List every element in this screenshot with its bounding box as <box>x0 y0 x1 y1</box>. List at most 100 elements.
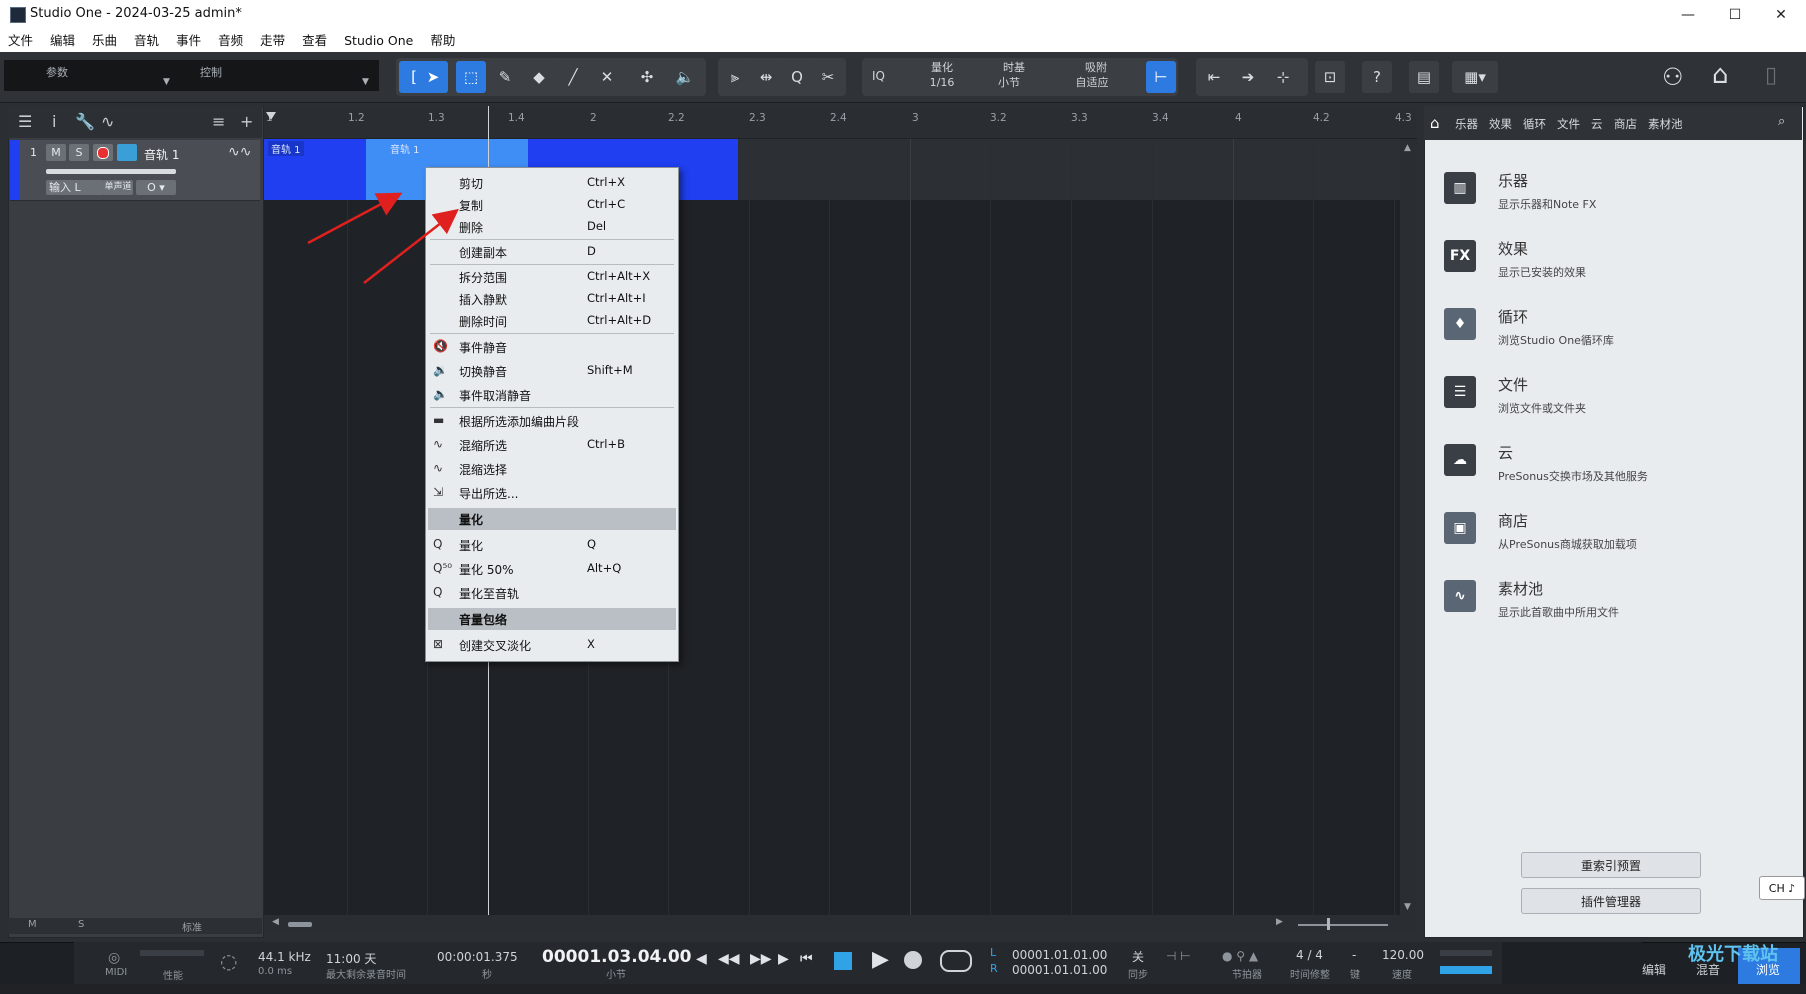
plugin-manager-button[interactable]: 插件管理器 <box>1521 888 1701 914</box>
target-icon[interactable]: ⊡ <box>1315 61 1345 93</box>
tab-pool[interactable]: 素材池 <box>1648 116 1683 132</box>
arrow-tool-icon[interactable]: ➤ <box>418 61 448 93</box>
tab-instruments[interactable]: 乐器 <box>1455 116 1478 132</box>
add-track-icon[interactable]: + <box>240 112 253 131</box>
scroll-up-icon[interactable]: ▲ <box>1404 143 1411 153</box>
browser-item-title[interactable]: 云 <box>1498 442 1513 463</box>
search-icon[interactable]: ⌕ <box>1778 114 1785 129</box>
menu-help[interactable]: 帮助 <box>422 30 464 52</box>
tab-loops[interactable]: 循环 <box>1523 116 1546 132</box>
stretch-icon[interactable]: ⇹ <box>751 61 781 93</box>
global-solo[interactable]: S <box>78 919 84 930</box>
track-menu-icon[interactable]: ≡ <box>212 112 225 131</box>
pencil-tool-icon[interactable]: ✎ <box>490 61 520 93</box>
ime-indicator[interactable]: CH ♪ <box>1759 876 1805 900</box>
page-icon[interactable]: ▯ <box>1765 63 1777 88</box>
timebase-value[interactable]: 小节 <box>979 76 1039 90</box>
track-height-mode[interactable]: 标准 <box>182 919 202 934</box>
iq-button[interactable]: IQ <box>872 69 885 83</box>
snap-toggle-icon[interactable]: ⊢ <box>1146 61 1176 93</box>
quantize-value[interactable]: 1/16 <box>912 76 972 90</box>
menu-studio-one[interactable]: Studio One <box>336 30 422 52</box>
scroll-thumb[interactable] <box>288 922 312 927</box>
menu-item-add-arranger[interactable]: ▬ 根据所选添加编曲片段 <box>426 410 678 432</box>
scroll-right-icon[interactable]: ▶ <box>1276 917 1283 927</box>
tempo-value[interactable]: 120.00 <box>1382 948 1424 962</box>
return-to-zero-icon[interactable]: ◀ <box>696 951 707 967</box>
reindex-presets-button[interactable]: 重索引预置 <box>1521 852 1701 878</box>
menu-item-cut[interactable]: 剪切 Ctrl+X <box>426 172 678 194</box>
browser-item-title[interactable]: 文件 <box>1498 374 1528 395</box>
menu-item-toggle-mute[interactable]: 🔉 切换静音 Shift+M <box>426 360 678 382</box>
loop-end[interactable]: 00001.01.01.00 <box>1012 963 1107 977</box>
menu-item-export-selection[interactable]: ⇲ 导出所选... <box>426 482 678 504</box>
menu-transport[interactable]: 走带 <box>252 30 294 52</box>
mute-button[interactable]: M <box>46 144 66 161</box>
precount-icon[interactable]: ⊣ ⊢ <box>1166 949 1191 963</box>
horizontal-scrollbar[interactable] <box>264 915 1417 933</box>
menu-event[interactable]: 事件 <box>168 30 210 52</box>
list-icon[interactable]: ☰ <box>18 112 32 131</box>
browser-item-title[interactable]: 循环 <box>1498 306 1528 327</box>
tab-effects[interactable]: 效果 <box>1489 116 1512 132</box>
audio-clip[interactable]: 音轨 1 <box>264 139 366 200</box>
minimize-button[interactable]: — <box>1665 0 1711 30</box>
menu-track[interactable]: 音轨 <box>126 30 168 52</box>
loop-start[interactable]: 00001.01.01.00 <box>1012 948 1107 962</box>
menu-song[interactable]: 乐曲 <box>84 30 126 52</box>
sync-value[interactable]: 关 <box>1132 948 1144 965</box>
menu-edit[interactable]: 编辑 <box>42 30 84 52</box>
mono-mode[interactable]: 单声道 <box>103 180 133 195</box>
chevron-down-icon[interactable]: ▼ <box>362 77 369 87</box>
monitor-button[interactable] <box>117 144 137 161</box>
split-marker-icon[interactable]: ⊹ <box>1268 61 1298 93</box>
scroll-down-icon[interactable]: ▼ <box>1404 902 1411 912</box>
home-icon[interactable]: ⌂ <box>1712 60 1729 90</box>
quantize-q-icon[interactable]: Q <box>782 61 812 93</box>
global-mute[interactable]: M <box>28 919 37 930</box>
stop-button[interactable] <box>834 952 852 970</box>
play-button[interactable]: ▶ <box>872 947 889 972</box>
zoom-slider[interactable] <box>1298 924 1388 926</box>
split-tool-icon[interactable]: ✣ <box>632 61 662 93</box>
bend-icon[interactable]: ⫸ <box>720 61 750 93</box>
solo-button[interactable]: S <box>69 144 89 161</box>
menu-item-duplicate[interactable]: 创建副本 D <box>426 241 678 263</box>
menu-item-event-unmute[interactable]: 🔈 事件取消静音 <box>426 384 678 406</box>
menu-file[interactable]: 文件 <box>0 30 42 52</box>
vertical-scrollbar[interactable] <box>1400 139 1417 915</box>
record-button[interactable] <box>93 144 113 161</box>
end-icon[interactable]: ▶ <box>778 951 789 967</box>
menu-item-bounce-selection[interactable]: ∿ 混缩所选 Ctrl+B <box>426 434 678 456</box>
rewind-icon[interactable]: ◀◀ <box>718 951 740 967</box>
browser-item-title[interactable]: 素材池 <box>1498 578 1543 599</box>
menu-item-quantize[interactable]: Q 量化 Q <box>426 534 678 556</box>
tab-files[interactable]: 文件 <box>1557 116 1580 132</box>
listen-tool-icon[interactable]: 🔈 <box>670 61 700 93</box>
mute-tool-icon[interactable]: ✕ <box>592 61 622 93</box>
channel-selector[interactable]: O ▾ <box>136 180 176 195</box>
bars-display[interactable]: 00001.03.04.00 <box>542 947 692 967</box>
zoom-slider-handle[interactable] <box>1327 918 1330 930</box>
track-name[interactable]: 音轨 1 <box>144 146 179 163</box>
maximize-button[interactable]: ☐ <box>1712 0 1758 30</box>
menu-item-crossfade[interactable]: ⊠ 创建交叉淡化 X <box>426 634 678 656</box>
tab-cloud[interactable]: 云 <box>1591 116 1603 132</box>
menu-item-bounce-choice[interactable]: ∿ 混缩选择 <box>426 458 678 480</box>
loop-start-icon[interactable]: ⏮ <box>800 951 813 967</box>
layout-icon[interactable]: ▦▾ <box>1452 61 1498 93</box>
menu-item-delete-time[interactable]: 删除时间 Ctrl+Alt+D <box>426 310 678 332</box>
menu-item-copy[interactable]: 复制 Ctrl+C <box>426 194 678 216</box>
wrench-icon[interactable]: 🔧 <box>75 112 95 131</box>
scissors-icon[interactable]: ✂ <box>813 61 843 93</box>
home-tab-icon[interactable]: ⌂ <box>1430 114 1440 132</box>
help-icon[interactable]: ? <box>1362 61 1392 93</box>
menu-item-split-range[interactable]: 拆分范围 Ctrl+Alt+X <box>426 266 678 288</box>
menu-item-quantize-50[interactable]: Q⁵⁰ 量化 50% Alt+Q <box>426 558 678 580</box>
browser-item-title[interactable]: 效果 <box>1498 238 1528 259</box>
range-tool-icon[interactable]: ⬚ <box>456 61 486 93</box>
loop-start-marker[interactable] <box>266 112 276 120</box>
input-selector[interactable]: 输入 L <box>46 180 104 195</box>
chevron-down-icon[interactable]: ▼ <box>163 77 170 87</box>
film-icon[interactable]: ▤ <box>1409 61 1439 93</box>
